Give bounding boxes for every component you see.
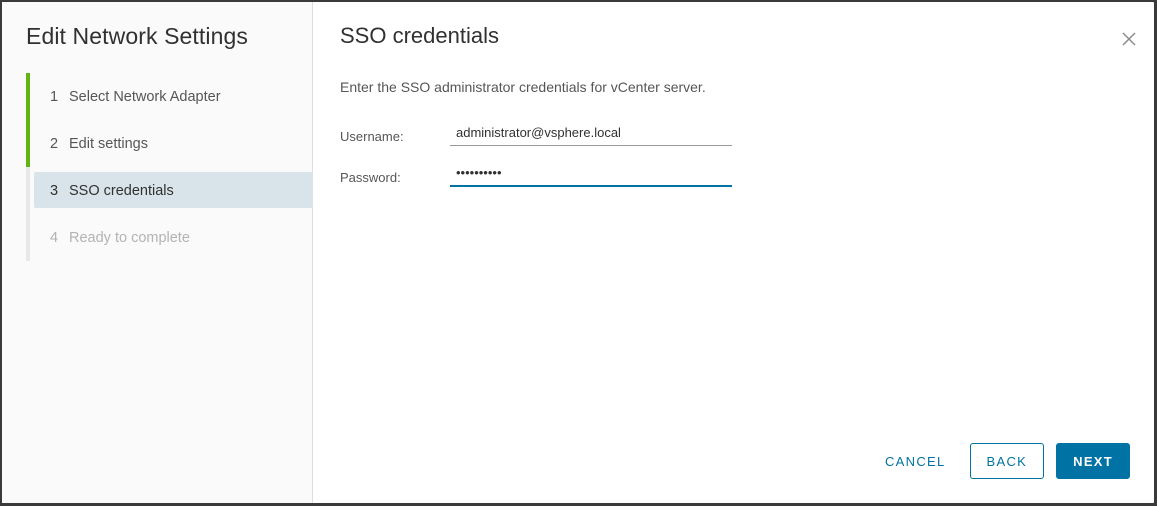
step-label: Select Network Adapter bbox=[69, 88, 221, 105]
page-description: Enter the SSO administrator credentials … bbox=[340, 79, 706, 95]
wizard-content: SSO credentials Enter the SSO administra… bbox=[313, 2, 1154, 503]
password-input[interactable] bbox=[450, 162, 732, 187]
step-progress-bar bbox=[26, 214, 30, 261]
username-row: Username: bbox=[340, 122, 732, 146]
step-number: 2 bbox=[50, 135, 59, 152]
username-input[interactable] bbox=[450, 122, 732, 146]
password-label: Password: bbox=[340, 170, 401, 185]
wizard-sidebar: Edit Network Settings 1 Select Network A… bbox=[2, 2, 313, 503]
wizard-steps: 1 Select Network Adapter 2 Edit settings… bbox=[26, 73, 313, 261]
step-number: 3 bbox=[50, 182, 59, 199]
step-label: Ready to complete bbox=[69, 229, 190, 246]
page-title: SSO credentials bbox=[340, 23, 499, 48]
wizard-title: Edit Network Settings bbox=[26, 23, 248, 49]
back-button[interactable]: BACK bbox=[969, 443, 1045, 479]
close-icon bbox=[1122, 32, 1136, 46]
step-edit-settings[interactable]: 2 Edit settings bbox=[26, 120, 313, 167]
step-select-network-adapter[interactable]: 1 Select Network Adapter bbox=[26, 73, 313, 120]
step-progress-bar bbox=[26, 73, 30, 120]
step-number: 1 bbox=[50, 88, 59, 105]
cancel-button[interactable]: CANCEL bbox=[873, 443, 958, 479]
username-label: Username: bbox=[340, 129, 404, 144]
next-button[interactable]: NEXT bbox=[1056, 443, 1130, 479]
close-button[interactable] bbox=[1120, 30, 1138, 48]
wizard-footer: CANCEL BACK NEXT bbox=[873, 443, 1130, 479]
edit-network-settings-dialog: Edit Network Settings 1 Select Network A… bbox=[2, 2, 1154, 503]
step-number: 4 bbox=[50, 229, 59, 246]
step-progress-bar bbox=[26, 167, 30, 214]
step-label: Edit settings bbox=[69, 135, 148, 152]
step-label: SSO credentials bbox=[69, 182, 174, 199]
step-sso-credentials[interactable]: 3 SSO credentials bbox=[26, 167, 313, 214]
password-row: Password: bbox=[340, 162, 732, 187]
step-progress-bar bbox=[26, 120, 30, 167]
step-ready-to-complete: 4 Ready to complete bbox=[26, 214, 313, 261]
